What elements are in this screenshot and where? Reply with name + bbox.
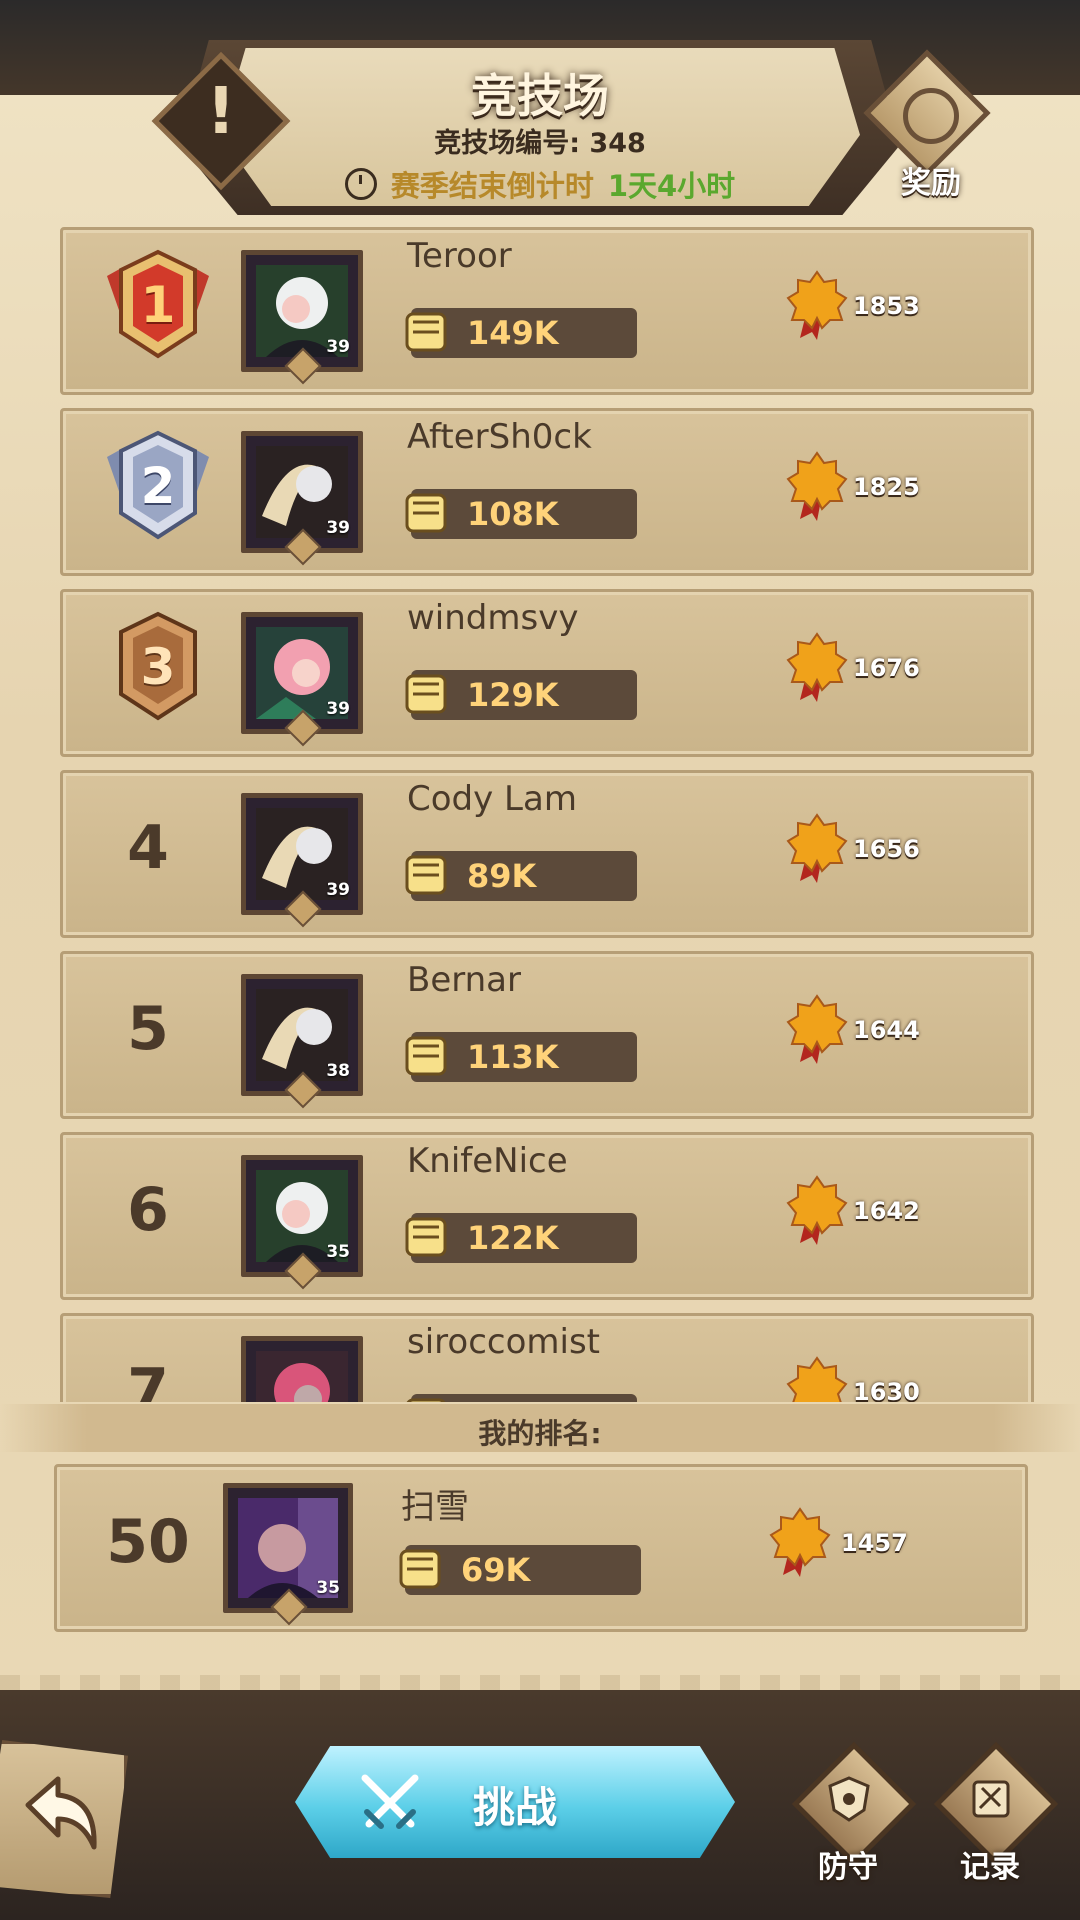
hero-portrait xyxy=(256,1351,348,1402)
arena-score: 1825 xyxy=(853,473,920,501)
arena-medal-icon xyxy=(786,813,848,883)
avatar[interactable]: 39 xyxy=(241,431,363,566)
leaderboard-row[interactable]: 1 39 Teroor 149K 1853 xyxy=(60,227,1034,395)
player-name: siroccomist xyxy=(407,1322,600,1362)
challenge-label: 挑战 xyxy=(472,1783,557,1832)
countdown-value: 1天4小时 xyxy=(607,169,736,203)
rank-number: 3 xyxy=(140,638,176,696)
power-bar: 129K xyxy=(405,670,637,720)
records-label: 记录 xyxy=(960,1850,1020,1885)
shield-icon xyxy=(828,1776,870,1822)
leaderboard-row[interactable]: 4 39 Cody Lam 89K 1656 xyxy=(60,770,1034,938)
arena-medal-icon xyxy=(786,451,848,521)
leaderboard-row[interactable]: 3 39 windmsvy 129K 1676 xyxy=(60,589,1034,757)
hero-level: 38 xyxy=(326,1061,350,1081)
defense-label: 防守 xyxy=(818,1850,878,1885)
leaderboard-list[interactable]: 1 39 Teroor 149K 1853 2 39 AfterSh0ck 10… xyxy=(0,225,1080,1402)
fist-icon xyxy=(406,1398,446,1402)
countdown-label: 赛季结束倒计时 xyxy=(390,169,594,203)
leaderboard-row[interactable]: 7 siroccomist 1630 xyxy=(60,1313,1034,1402)
rank-number: 6 xyxy=(127,1175,169,1245)
arena-score: 1642 xyxy=(853,1197,920,1225)
fist-icon xyxy=(405,493,447,533)
fist-icon xyxy=(405,674,447,714)
my-rank-row[interactable]: 50 35 扫雪 69K 1457 xyxy=(54,1464,1028,1632)
fist-icon xyxy=(405,855,447,895)
scroll-icon xyxy=(972,1780,1010,1818)
power-bar: 108K xyxy=(405,489,637,539)
arena-medal-icon xyxy=(786,1356,848,1402)
back-arrow-icon xyxy=(25,1776,97,1850)
my-rank-label: 我的排名: xyxy=(478,1417,602,1450)
arena-score: 1656 xyxy=(853,835,920,863)
avatar[interactable]: 39 xyxy=(241,793,363,928)
challenge-button[interactable]: 挑战 xyxy=(295,1746,735,1858)
trophy-icon xyxy=(903,88,959,144)
power-value: 69K xyxy=(461,1551,531,1589)
hero-level: 35 xyxy=(316,1578,340,1598)
rank-number: 2 xyxy=(140,457,176,515)
hero-level: 39 xyxy=(326,518,350,538)
arena-score: 1853 xyxy=(853,292,920,320)
player-name: AfterSh0ck xyxy=(407,417,592,457)
player-name: Bernar xyxy=(407,960,521,1000)
clock-icon xyxy=(344,168,377,200)
arena-medal-icon xyxy=(786,994,848,1064)
power-value: 129K xyxy=(467,676,559,714)
reward-button[interactable] xyxy=(863,49,991,177)
power-value: 149K xyxy=(467,314,559,352)
avatar[interactable]: 35 xyxy=(241,1155,363,1290)
player-name: 扫雪 xyxy=(401,1487,469,1527)
fist-icon xyxy=(399,1549,441,1589)
power-bar: 149K xyxy=(405,308,637,358)
rank-number: 4 xyxy=(127,813,169,883)
power-bar: 69K xyxy=(399,1545,641,1595)
arena-score: 1630 xyxy=(853,1378,920,1402)
power-value: 89K xyxy=(467,857,537,895)
hero-level: 39 xyxy=(326,880,350,900)
leaderboard-row[interactable]: 2 39 AfterSh0ck 108K 1825 xyxy=(60,408,1034,576)
leaderboard-row[interactable]: 6 35 KnifeNice 122K 1642 xyxy=(60,1132,1034,1300)
power-bar: 113K xyxy=(405,1032,637,1082)
arena-score: 1644 xyxy=(853,1016,920,1044)
avatar[interactable]: 38 xyxy=(241,974,363,1109)
silver-rank-badge: 2 xyxy=(103,427,213,545)
avatar[interactable]: 35 xyxy=(223,1483,353,1626)
player-name: Teroor xyxy=(407,236,512,276)
fist-icon xyxy=(405,312,447,352)
leaderboard-row[interactable]: 5 38 Bernar 113K 1644 xyxy=(60,951,1034,1119)
power-value: 122K xyxy=(467,1219,559,1257)
arena-score: 1676 xyxy=(853,654,920,682)
rank-number: 7 xyxy=(127,1356,169,1402)
avatar[interactable]: 39 xyxy=(241,612,363,747)
hero-level: 39 xyxy=(326,337,350,357)
avatar[interactable]: 39 xyxy=(241,250,363,385)
power-value: 108K xyxy=(467,495,559,533)
power-bar: 122K xyxy=(405,1213,637,1263)
power-value: 113K xyxy=(467,1038,559,1076)
arena-medal-icon xyxy=(786,1175,848,1245)
reward-label: 奖励 xyxy=(901,166,961,201)
power-bar: 89K xyxy=(405,851,637,901)
arena-medal-icon xyxy=(786,632,848,702)
hero-level: 35 xyxy=(326,1242,350,1262)
arena-score: 1457 xyxy=(841,1529,908,1557)
player-name: Cody Lam xyxy=(407,779,577,819)
player-name: windmsvy xyxy=(407,598,579,638)
gold-rank-badge: 1 xyxy=(103,246,213,364)
hero-level: 39 xyxy=(326,699,350,719)
fist-icon xyxy=(405,1217,447,1257)
fist-icon xyxy=(405,1036,447,1076)
avatar[interactable] xyxy=(241,1336,363,1402)
rank-number: 1 xyxy=(140,276,176,334)
rank-number: 50 xyxy=(106,1507,190,1577)
player-name: KnifeNice xyxy=(407,1141,568,1181)
rank-number: 5 xyxy=(127,994,169,1064)
arena-medal-icon xyxy=(769,1507,831,1577)
bronze-rank-badge: 3 xyxy=(103,608,213,726)
power-bar xyxy=(406,1394,637,1402)
arena-medal-icon xyxy=(786,270,848,340)
